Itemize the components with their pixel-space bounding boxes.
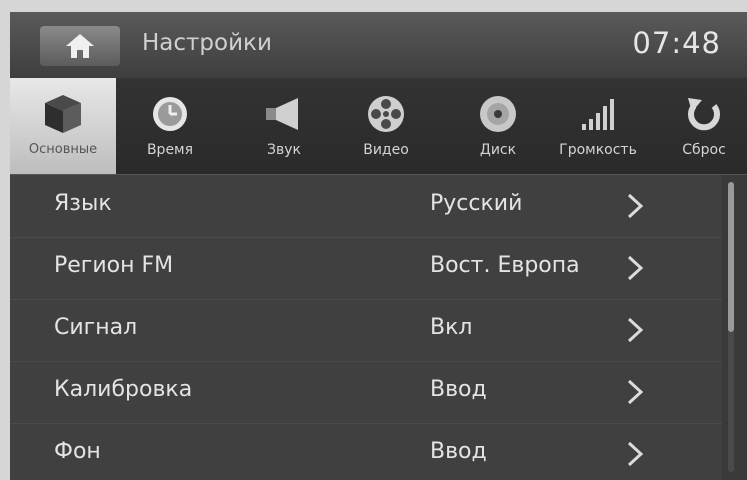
disc-icon — [474, 92, 522, 136]
chevron-right-icon — [627, 379, 644, 405]
reset-icon — [680, 92, 728, 136]
settings-screen: Настройки 07:48 Основные Время Звук Виде… — [10, 12, 747, 480]
tab-vremya[interactable]: Время — [140, 78, 200, 174]
tab-label: Основные — [28, 142, 98, 157]
home-icon — [66, 34, 94, 58]
clock-icon — [146, 92, 194, 136]
speaker-icon — [260, 92, 308, 136]
setting-row-calibration[interactable]: Калибровка Ввод — [10, 361, 722, 424]
tab-video[interactable]: Видео — [354, 78, 418, 174]
cube-icon — [39, 92, 87, 136]
tab-label: Время — [146, 142, 194, 158]
setting-value: Ввод — [430, 377, 487, 402]
tab-sbros[interactable]: Сброс — [672, 78, 736, 174]
chevron-right-icon — [627, 441, 644, 467]
setting-label: Язык — [54, 191, 112, 216]
setting-label: Сигнал — [54, 315, 138, 340]
tab-label: Диск — [479, 142, 517, 158]
tab-label: Громкость — [559, 142, 637, 158]
tab-label: Сброс — [682, 142, 726, 158]
setting-value: Русский — [430, 191, 523, 216]
setting-label: Фон — [54, 439, 101, 464]
setting-label: Калибровка — [54, 377, 193, 402]
volume-bars-icon — [574, 92, 622, 136]
header-bar: Настройки 07:48 — [10, 12, 747, 78]
tab-gromkost[interactable]: Громкость — [546, 78, 650, 174]
setting-value: Вост. Европа — [430, 253, 580, 278]
film-reel-icon — [362, 92, 410, 136]
page-title: Настройки — [142, 30, 272, 56]
setting-row-signal[interactable]: Сигнал Вкл — [10, 299, 722, 362]
setting-row-fm-region[interactable]: Регион FM Вост. Европа — [10, 237, 722, 300]
scrollbar[interactable] — [728, 182, 734, 472]
setting-label: Регион FM — [54, 253, 174, 278]
clock: 07:48 — [632, 26, 721, 60]
setting-value: Вкл — [430, 315, 473, 340]
tab-osnovnye[interactable]: Основные — [10, 78, 116, 174]
setting-row-background[interactable]: Фон Ввод — [10, 423, 722, 480]
scrollbar-thumb[interactable] — [728, 182, 734, 332]
setting-value: Ввод — [430, 439, 487, 464]
tab-label: Звук — [267, 142, 301, 158]
home-button[interactable] — [40, 26, 120, 66]
category-tabs: Основные Время Звук Видео Диск Громкость… — [10, 78, 747, 175]
chevron-right-icon — [627, 255, 644, 281]
chevron-right-icon — [627, 317, 644, 343]
tab-label: Видео — [363, 142, 409, 158]
settings-list: Язык Русский Регион FM Вост. Европа Сигн… — [10, 175, 722, 480]
tab-disk[interactable]: Диск — [468, 78, 528, 174]
tab-zvuk[interactable]: Звук — [254, 78, 314, 174]
chevron-right-icon — [627, 193, 644, 219]
setting-row-language[interactable]: Язык Русский — [10, 175, 722, 238]
